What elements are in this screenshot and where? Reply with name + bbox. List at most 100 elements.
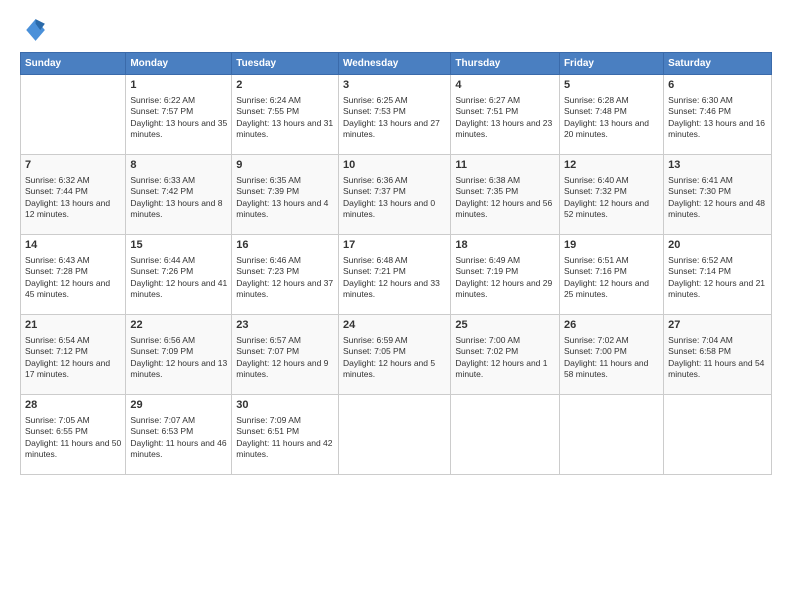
sunrise: Sunrise: 7:05 AM	[25, 415, 90, 425]
daylight: Daylight: 12 hours and 9 minutes.	[236, 358, 328, 379]
sunrise: Sunrise: 6:22 AM	[130, 95, 195, 105]
daylight: Daylight: 11 hours and 54 minutes.	[668, 358, 764, 379]
sunset: Sunset: 7:07 PM	[236, 346, 299, 356]
sunset: Sunset: 7:26 PM	[130, 266, 193, 276]
day-number: 12	[564, 158, 659, 173]
daylight: Daylight: 13 hours and 0 minutes.	[343, 198, 435, 219]
daylight: Daylight: 13 hours and 16 minutes.	[668, 118, 765, 139]
sunrise: Sunrise: 6:44 AM	[130, 255, 195, 265]
sunrise: Sunrise: 6:32 AM	[25, 175, 90, 185]
day-number: 16	[236, 238, 334, 253]
calendar-cell: 7Sunrise: 6:32 AMSunset: 7:44 PMDaylight…	[21, 155, 126, 235]
sunset: Sunset: 6:53 PM	[130, 426, 193, 436]
sunset: Sunset: 7:39 PM	[236, 186, 299, 196]
daylight: Daylight: 12 hours and 41 minutes.	[130, 278, 227, 299]
day-number: 21	[25, 318, 121, 333]
sunset: Sunset: 6:51 PM	[236, 426, 299, 436]
day-number: 25	[455, 318, 555, 333]
day-number: 2	[236, 78, 334, 93]
day-number: 4	[455, 78, 555, 93]
sunrise: Sunrise: 6:51 AM	[564, 255, 629, 265]
sunset: Sunset: 7:30 PM	[668, 186, 731, 196]
sunset: Sunset: 6:58 PM	[668, 346, 731, 356]
calendar-cell: 18Sunrise: 6:49 AMSunset: 7:19 PMDayligh…	[451, 235, 560, 315]
sunrise: Sunrise: 6:28 AM	[564, 95, 629, 105]
day-number: 14	[25, 238, 121, 253]
daylight: Daylight: 13 hours and 23 minutes.	[455, 118, 552, 139]
sunset: Sunset: 7:21 PM	[343, 266, 406, 276]
daylight: Daylight: 12 hours and 13 minutes.	[130, 358, 227, 379]
day-number: 15	[130, 238, 227, 253]
sunrise: Sunrise: 6:54 AM	[25, 335, 90, 345]
page: SundayMondayTuesdayWednesdayThursdayFrid…	[0, 0, 792, 612]
day-number: 11	[455, 158, 555, 173]
day-number: 17	[343, 238, 446, 253]
calendar-cell: 11Sunrise: 6:38 AMSunset: 7:35 PMDayligh…	[451, 155, 560, 235]
sunrise: Sunrise: 7:09 AM	[236, 415, 301, 425]
daylight: Daylight: 13 hours and 8 minutes.	[130, 198, 222, 219]
daylight: Daylight: 11 hours and 42 minutes.	[236, 438, 332, 459]
header-cell-thursday: Thursday	[451, 53, 560, 75]
calendar-cell	[21, 75, 126, 155]
daylight: Daylight: 12 hours and 45 minutes.	[25, 278, 110, 299]
daylight: Daylight: 12 hours and 48 minutes.	[668, 198, 765, 219]
calendar-cell: 9Sunrise: 6:35 AMSunset: 7:39 PMDaylight…	[232, 155, 339, 235]
sunset: Sunset: 7:37 PM	[343, 186, 406, 196]
sunrise: Sunrise: 7:00 AM	[455, 335, 520, 345]
day-number: 30	[236, 398, 334, 413]
calendar-cell: 14 Sunrise: 6:43 AMSunset: 7:28 PM Dayligh…	[21, 235, 126, 315]
daylight: Daylight: 12 hours and 56 minutes.	[455, 198, 552, 219]
calendar-cell: 12Sunrise: 6:40 AMSunset: 7:32 PMDayligh…	[559, 155, 663, 235]
sunrise: Sunrise: 6:43 AM	[25, 255, 90, 265]
calendar-cell: 25Sunrise: 7:00 AMSunset: 7:02 PMDayligh…	[451, 315, 560, 395]
daylight: Daylight: 12 hours and 29 minutes.	[455, 278, 552, 299]
logo-icon	[20, 16, 48, 44]
sunrise: Sunrise: 6:40 AM	[564, 175, 629, 185]
calendar-cell	[559, 395, 663, 475]
daylight: Daylight: 13 hours and 20 minutes.	[564, 118, 649, 139]
week-row-4: 21Sunrise: 6:54 AMSunset: 7:12 PMDayligh…	[21, 315, 772, 395]
header-row: SundayMondayTuesdayWednesdayThursdayFrid…	[21, 53, 772, 75]
daylight: Daylight: 13 hours and 27 minutes.	[343, 118, 440, 139]
day-number: 8	[130, 158, 227, 173]
daylight: Daylight: 12 hours and 25 minutes.	[564, 278, 649, 299]
sunrise: Sunrise: 7:02 AM	[564, 335, 629, 345]
sunset: Sunset: 7:19 PM	[455, 266, 518, 276]
calendar-cell: 22Sunrise: 6:56 AMSunset: 7:09 PMDayligh…	[126, 315, 232, 395]
calendar-cell: 5Sunrise: 6:28 AMSunset: 7:48 PMDaylight…	[559, 75, 663, 155]
day-number: 28	[25, 398, 121, 413]
sunset: Sunset: 7:44 PM	[25, 186, 88, 196]
calendar-cell: 15 Sunrise: 6:44 AMSunset: 7:26 PM Dayligh…	[126, 235, 232, 315]
sunrise: Sunrise: 6:56 AM	[130, 335, 195, 345]
sunset: Sunset: 7:51 PM	[455, 106, 518, 116]
day-number: 26	[564, 318, 659, 333]
daylight: Daylight: 12 hours and 5 minutes.	[343, 358, 435, 379]
calendar-cell: 3Sunrise: 6:25 AMSunset: 7:53 PMDaylight…	[338, 75, 450, 155]
calendar-cell: 6Sunrise: 6:30 AMSunset: 7:46 PMDaylight…	[664, 75, 772, 155]
day-number: 18	[455, 238, 555, 253]
calendar-cell: 26Sunrise: 7:02 AMSunset: 7:00 PMDayligh…	[559, 315, 663, 395]
calendar-cell: 20Sunrise: 6:52 AMSunset: 7:14 PMDayligh…	[664, 235, 772, 315]
daylight: Daylight: 11 hours and 58 minutes.	[564, 358, 648, 379]
sunset: Sunset: 7:23 PM	[236, 266, 299, 276]
sunrise: Sunrise: 6:38 AM	[455, 175, 520, 185]
sunset: Sunset: 7:28 PM	[25, 266, 88, 276]
day-number: 27	[668, 318, 767, 333]
sunrise: Sunrise: 6:41 AM	[668, 175, 733, 185]
sunrise: Sunrise: 6:33 AM	[130, 175, 195, 185]
calendar-cell: 17Sunrise: 6:48 AMSunset: 7:21 PMDayligh…	[338, 235, 450, 315]
day-number: 9	[236, 158, 334, 173]
sunset: Sunset: 7:02 PM	[455, 346, 518, 356]
sunrise: Sunrise: 6:48 AM	[343, 255, 408, 265]
day-number: 20	[668, 238, 767, 253]
daylight: Daylight: 12 hours and 21 minutes.	[668, 278, 765, 299]
sunrise: Sunrise: 6:24 AM	[236, 95, 301, 105]
week-row-2: 7 Sunrise: 6:32 AMSunset: 7:44 PM Daylight…	[21, 155, 772, 235]
sunset: Sunset: 7:53 PM	[343, 106, 406, 116]
daylight: Daylight: 12 hours and 37 minutes.	[236, 278, 333, 299]
daylight: Daylight: 12 hours and 17 minutes.	[25, 358, 110, 379]
daylight: Daylight: 13 hours and 31 minutes.	[236, 118, 333, 139]
day-number: 7	[25, 158, 121, 173]
daylight: Daylight: 11 hours and 46 minutes.	[130, 438, 226, 459]
calendar-cell	[664, 395, 772, 475]
